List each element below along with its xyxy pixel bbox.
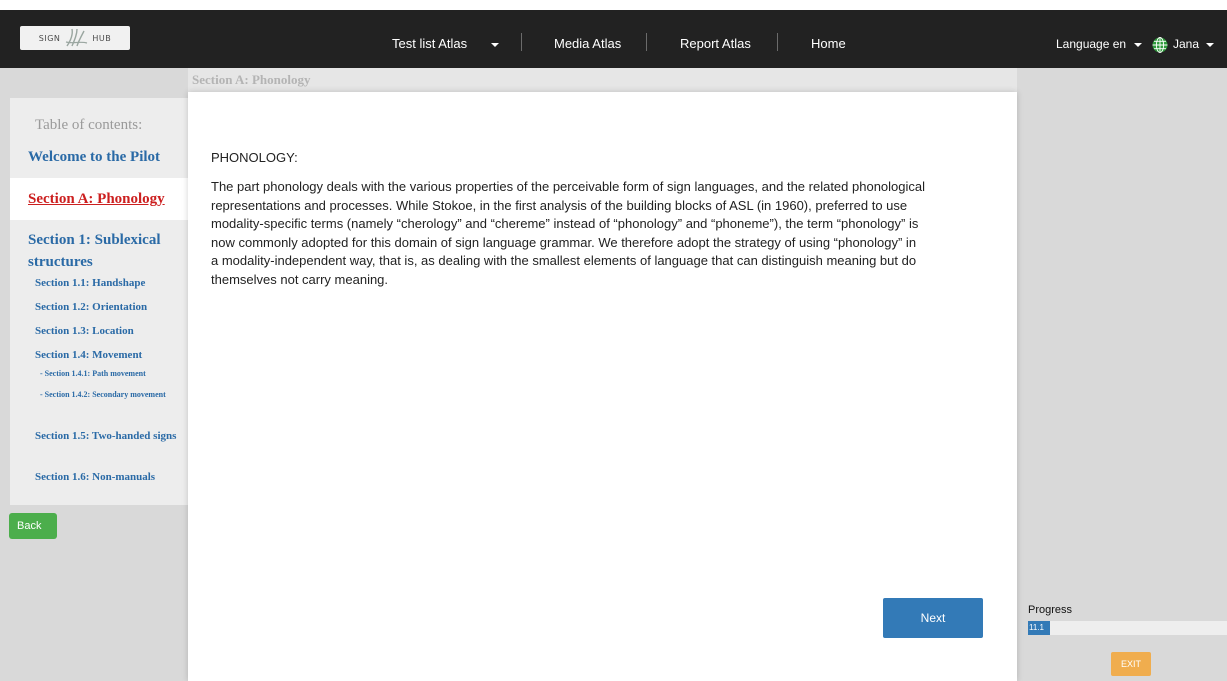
nav-report-atlas[interactable]: Report Atlas xyxy=(680,36,751,51)
nav-test-list-label: Test list Atlas xyxy=(392,36,468,51)
nav-separator xyxy=(777,33,778,51)
toc-item-section-1-4-1[interactable]: - Section 1.4.1: Path movement xyxy=(40,369,146,379)
section-title: Section A: Phonology xyxy=(192,72,311,87)
caret-down-icon xyxy=(490,42,499,47)
signhub-logo[interactable]: SIGN HUB xyxy=(20,26,130,50)
toc-item-section-1-5[interactable]: Section 1.5: Two-handed signs xyxy=(35,429,180,443)
progress-bar xyxy=(1028,621,1227,635)
nav-home[interactable]: Home xyxy=(811,36,846,51)
logo-text-right: HUB xyxy=(92,33,112,43)
toc-item-section-a[interactable]: Section A: Phonology xyxy=(28,188,165,210)
top-strip xyxy=(0,0,1227,10)
toc-item-section-1-2[interactable]: Section 1.2: Orientation xyxy=(35,300,147,314)
progress-label: Progress xyxy=(1028,604,1073,616)
exit-button[interactable]: EXIT xyxy=(1111,652,1151,676)
globe-icon xyxy=(1152,37,1168,53)
caret-down-icon xyxy=(1206,42,1215,47)
toc-item-welcome[interactable]: Welcome to the Pilot xyxy=(28,146,160,168)
logo-text-left: SIGN xyxy=(38,33,61,43)
language-label: Language en xyxy=(1056,37,1127,51)
progress-value: 11.1 xyxy=(1029,623,1044,632)
toc-item-section-1-4[interactable]: Section 1.4: Movement xyxy=(35,348,142,362)
content-body: The part phonology deals with the variou… xyxy=(211,179,926,287)
user-label: Jana xyxy=(1173,37,1200,51)
toc-title: Table of contents: xyxy=(35,117,143,133)
content-heading: PHONOLOGY: xyxy=(211,150,298,165)
next-button[interactable]: Next xyxy=(883,598,983,638)
toc-item-section-1[interactable]: Section 1: Sublexical structures xyxy=(28,229,178,273)
caret-down-icon xyxy=(1134,42,1143,47)
nav-separator xyxy=(521,33,522,51)
toc-item-section-1-1[interactable]: Section 1.1: Handshape xyxy=(35,276,145,290)
section-header-bar xyxy=(188,68,1017,92)
nav-test-list-atlas[interactable]: Test list Atlas xyxy=(392,36,499,51)
right-panel-background xyxy=(1017,68,1227,681)
toc-item-section-1-3[interactable]: Section 1.3: Location xyxy=(35,324,134,338)
hands-logo-icon xyxy=(66,28,88,47)
user-menu[interactable]: Jana xyxy=(1173,37,1215,51)
nav-separator xyxy=(646,33,647,51)
nav-media-atlas[interactable]: Media Atlas xyxy=(554,36,621,51)
toc-item-section-1-4-2[interactable]: - Section 1.4.2: Secondary movement xyxy=(40,390,180,400)
back-button[interactable]: Back xyxy=(9,513,57,539)
language-dropdown[interactable]: Language en xyxy=(1056,37,1143,51)
toc-item-section-1-6[interactable]: Section 1.6: Non-manuals xyxy=(35,470,155,484)
